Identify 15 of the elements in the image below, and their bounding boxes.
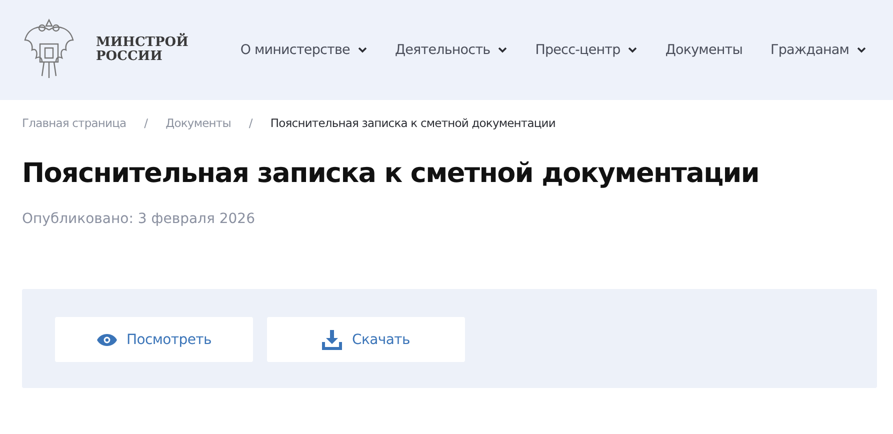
view-button[interactable]: Посмотреть bbox=[55, 317, 253, 362]
nav-item[interactable]: Документы bbox=[665, 42, 743, 58]
download-button[interactable]: Скачать bbox=[267, 317, 465, 362]
nav-item[interactable]: Гражданам bbox=[770, 42, 866, 58]
breadcrumb-separator: / bbox=[144, 116, 148, 130]
breadcrumb-current: Пояснительная записка к сметной документации bbox=[270, 116, 556, 130]
nav-item[interactable]: Пресс-центр bbox=[535, 42, 638, 58]
published-date: Опубликовано: 3 февраля 2026 bbox=[22, 211, 256, 227]
page-title: Пояснительная записка к сметной документации bbox=[22, 158, 760, 189]
breadcrumb-separator: / bbox=[248, 116, 252, 130]
eye-icon bbox=[96, 334, 116, 346]
nav-item[interactable]: О министерстве bbox=[240, 42, 367, 58]
logo-text[interactable]: РОССИИ bbox=[96, 50, 188, 64]
download-icon bbox=[322, 330, 342, 350]
nav-item[interactable]: Деятельность bbox=[394, 42, 508, 58]
